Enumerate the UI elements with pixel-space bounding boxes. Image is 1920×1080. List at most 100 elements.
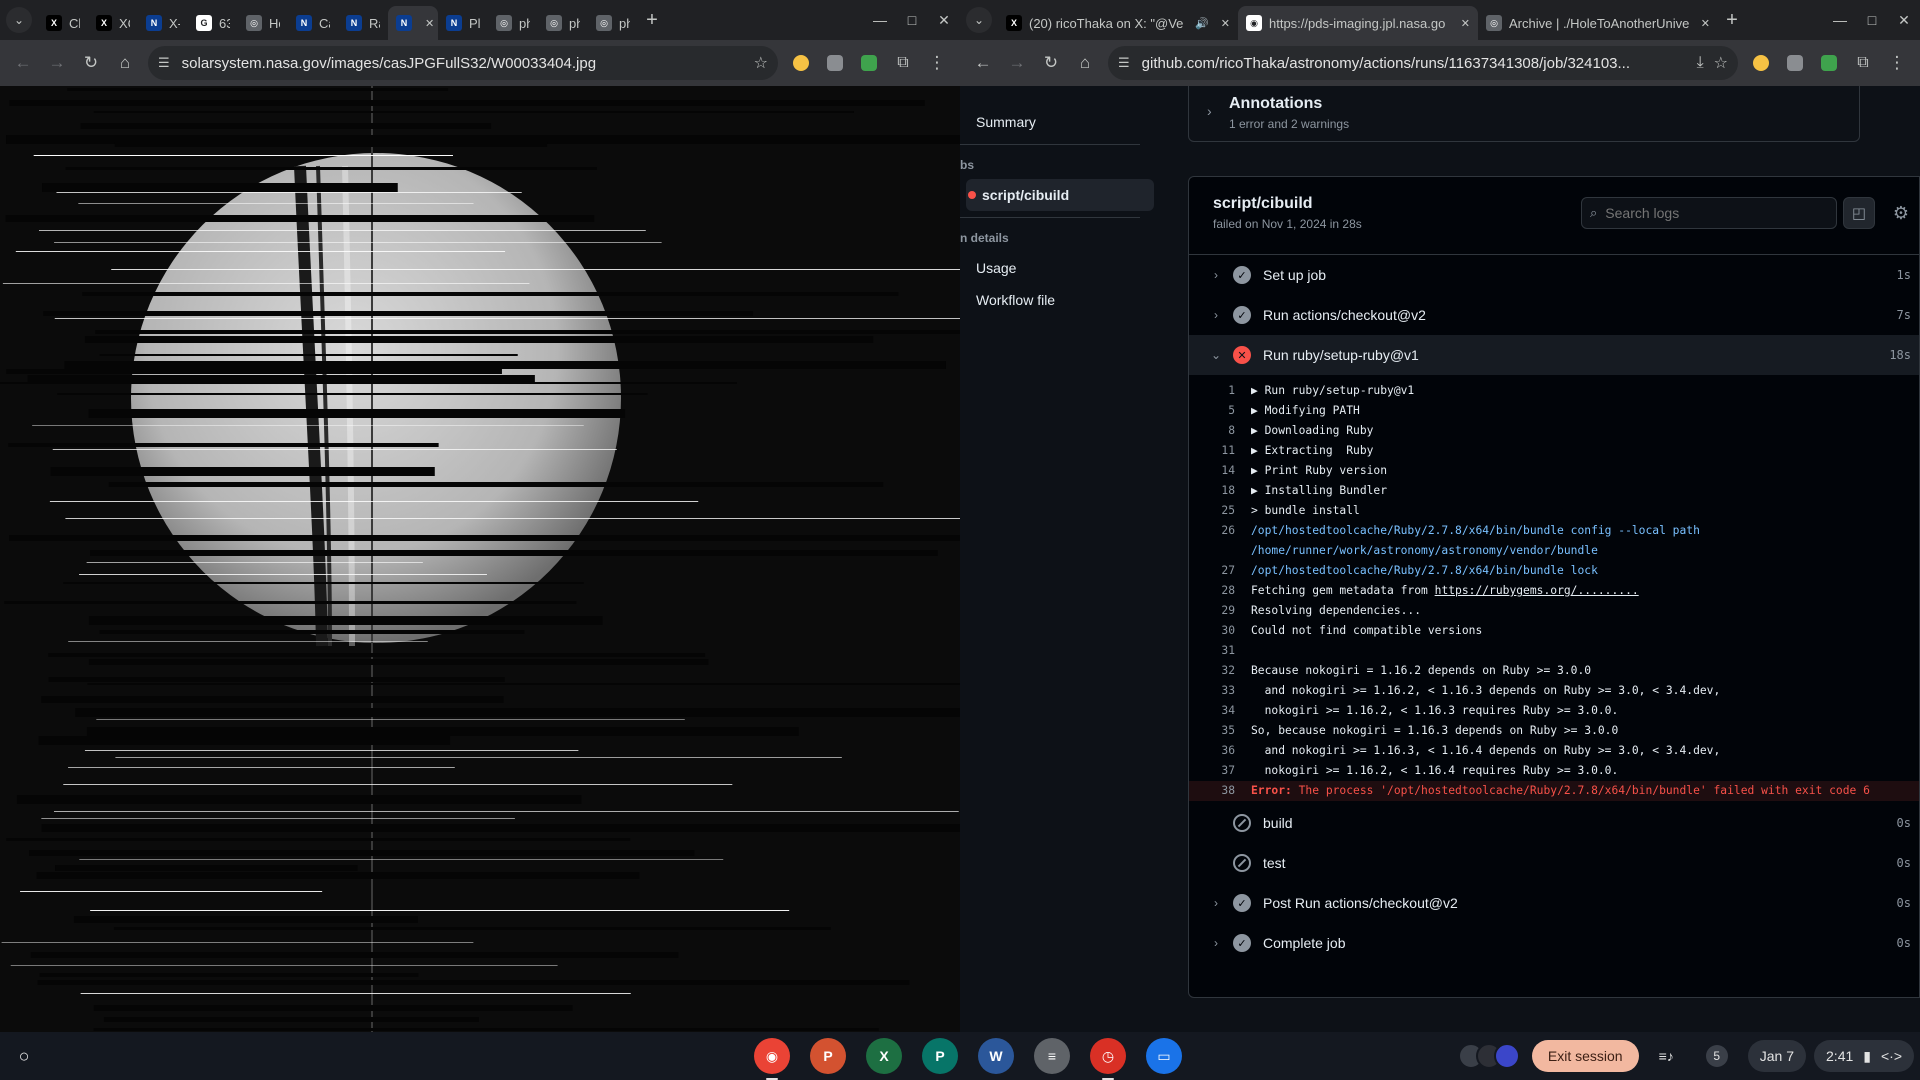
notification-badge[interactable]: 5 xyxy=(1694,1040,1740,1072)
annotations-panel[interactable]: › Annotations 1 error and 2 warnings xyxy=(1188,86,1860,142)
tab-left-10[interactable]: ◎ ph xyxy=(538,6,588,40)
status-area[interactable]: 2:41 ▮ <·> xyxy=(1814,1040,1914,1072)
timer-app[interactable]: ◷ xyxy=(1090,1038,1126,1080)
tab-left-11[interactable]: ◎ ph xyxy=(588,6,638,40)
avatar[interactable] xyxy=(1457,1043,1520,1069)
close-icon[interactable]: ✕ xyxy=(928,12,960,29)
search-logs-input[interactable] xyxy=(1605,205,1828,221)
excel-app[interactable]: X xyxy=(866,1038,902,1074)
address-url[interactable]: solarsystem.nasa.gov/images/casJPGFullS3… xyxy=(182,55,744,72)
chevron-down-icon[interactable]: ⌄ xyxy=(1199,348,1233,362)
close-tab-icon[interactable]: ✕ xyxy=(1695,17,1710,30)
forward-icon[interactable]: → xyxy=(1000,46,1034,80)
line-number[interactable]: 5 xyxy=(1189,401,1251,421)
search-logs-field[interactable]: ⌕ xyxy=(1581,197,1837,229)
tab-left-5[interactable]: N Ca xyxy=(288,6,338,40)
chrome-app[interactable]: ◉ xyxy=(754,1038,790,1080)
job-step[interactable]: › ✓ Set up job 1s xyxy=(1189,255,1919,295)
job-step[interactable]: › ✓ Run actions/checkout@v2 7s xyxy=(1189,295,1919,335)
line-number[interactable]: 36 xyxy=(1189,741,1251,761)
menu-kebab-icon[interactable]: ⋮ xyxy=(1880,46,1914,80)
docs-app[interactable]: ≡ xyxy=(1034,1038,1070,1074)
sidebar-item-usage[interactable]: Usage xyxy=(966,252,1154,284)
line-number[interactable]: 27 xyxy=(1189,561,1251,581)
home-icon[interactable]: ⌂ xyxy=(108,46,142,80)
address-bar[interactable]: ☰ github.com/ricoThaka/astronomy/actions… xyxy=(1108,46,1738,80)
chevron-right-icon[interactable]: › xyxy=(1199,308,1233,322)
line-number[interactable]: 33 xyxy=(1189,681,1251,701)
extension-icon[interactable] xyxy=(1816,50,1842,76)
sidebar-item-job[interactable]: script/cibuild xyxy=(966,179,1154,211)
exit-session-button[interactable]: Exit session xyxy=(1531,1040,1639,1072)
line-number[interactable]: 34 xyxy=(1189,701,1251,721)
maximize-icon[interactable]: □ xyxy=(896,12,928,29)
line-number[interactable]: 30 xyxy=(1189,621,1251,641)
tab-left-6[interactable]: N Ra xyxy=(338,6,388,40)
new-tab-button[interactable]: + xyxy=(638,6,666,34)
tab-left-2[interactable]: N X-S xyxy=(138,6,188,40)
line-number[interactable]: 31 xyxy=(1189,641,1251,661)
chevron-right-icon[interactable]: › xyxy=(1199,896,1233,910)
line-number[interactable] xyxy=(1189,541,1251,561)
line-number[interactable]: 35 xyxy=(1189,721,1251,741)
extension-icon[interactable] xyxy=(856,50,882,76)
sidebar-item-summary[interactable]: Summary xyxy=(966,106,1154,138)
word-app[interactable]: W xyxy=(978,1038,1014,1074)
line-number[interactable]: 37 xyxy=(1189,761,1251,781)
reload-icon[interactable]: ↻ xyxy=(74,46,108,80)
sidebar-item-workflow-file[interactable]: Workflow file xyxy=(966,284,1154,316)
minimize-icon[interactable]: — xyxy=(864,12,896,29)
files-app[interactable]: ▭ xyxy=(1146,1038,1182,1074)
tab-left-1[interactable]: X XC xyxy=(88,6,138,40)
tab-right-0[interactable]: X (20) ricoThaka on X: "@Ve 🔊 ✕ xyxy=(998,6,1238,40)
gear-icon[interactable]: ⚙ xyxy=(1885,197,1917,229)
back-icon[interactable]: ← xyxy=(6,46,40,80)
tab-search-button[interactable]: ⌄ xyxy=(966,7,992,33)
log-link[interactable]: https://rubygems.org/......... xyxy=(1435,584,1639,597)
bookmark-star-icon[interactable]: ☆ xyxy=(754,53,768,73)
job-step[interactable]: › ✓ Post Run actions/checkout@v2 0s xyxy=(1189,883,1919,923)
forward-icon[interactable]: → xyxy=(40,46,74,80)
line-number[interactable]: 11 xyxy=(1189,441,1251,461)
address-bar[interactable]: ☰ solarsystem.nasa.gov/images/casJPGFull… xyxy=(148,46,778,80)
job-step[interactable]: test 0s xyxy=(1189,843,1919,883)
chevron-right-icon[interactable]: › xyxy=(1199,268,1233,282)
install-app-icon[interactable]: ⤓ xyxy=(1697,54,1704,72)
puzzle-icon[interactable]: ⧉ xyxy=(1850,50,1876,76)
extension-icon[interactable] xyxy=(1748,50,1774,76)
new-tab-button[interactable]: + xyxy=(1718,6,1746,34)
chevron-right-icon[interactable]: › xyxy=(1199,936,1233,950)
line-number[interactable]: 14 xyxy=(1189,461,1251,481)
line-number[interactable]: 18 xyxy=(1189,481,1251,501)
menu-kebab-icon[interactable]: ⋮ xyxy=(920,46,954,80)
tab-left-4[interactable]: ◎ Ho xyxy=(238,6,288,40)
site-info-icon[interactable]: ☰ xyxy=(158,55,170,71)
job-step[interactable]: › ✓ Complete job 0s xyxy=(1189,923,1919,963)
close-tab-icon[interactable]: ✕ xyxy=(1215,17,1230,30)
tab-left-7[interactable]: N ✕ xyxy=(388,6,438,40)
back-icon[interactable]: ← xyxy=(966,46,1000,80)
job-step[interactable]: ⌄ ✕ Run ruby/setup-ruby@v1 18s xyxy=(1189,335,1919,375)
tab-right-2[interactable]: ◎ Archive | ./HoleToAnotherUnive ✕ xyxy=(1478,6,1718,40)
line-number[interactable]: 29 xyxy=(1189,601,1251,621)
tab-left-8[interactable]: N Pl/ xyxy=(438,6,488,40)
tab-right-1[interactable]: ◉ https://pds-imaging.jpl.nasa.go ✕ xyxy=(1238,6,1478,40)
minimize-icon[interactable]: — xyxy=(1824,12,1856,29)
tab-search-button[interactable]: ⌄ xyxy=(6,7,32,33)
tab-left-3[interactable]: G 63 xyxy=(188,6,238,40)
extension-icon[interactable] xyxy=(822,50,848,76)
puzzle-icon[interactable]: ⧉ xyxy=(890,50,916,76)
close-icon[interactable]: ✕ xyxy=(1888,12,1920,29)
publisher-app[interactable]: P xyxy=(922,1038,958,1074)
line-number[interactable]: 38 xyxy=(1189,781,1251,801)
tab-left-0[interactable]: X Ch xyxy=(38,6,88,40)
maximize-icon[interactable]: □ xyxy=(1856,12,1888,29)
line-number[interactable]: 8 xyxy=(1189,421,1251,441)
address-url[interactable]: github.com/ricoThaka/astronomy/actions/r… xyxy=(1142,55,1687,72)
extension-icon[interactable] xyxy=(1782,50,1808,76)
bookmark-star-icon[interactable]: ☆ xyxy=(1714,53,1728,73)
notes-icon[interactable]: ≡♪ xyxy=(1647,1040,1686,1072)
close-tab-icon[interactable]: ✕ xyxy=(1455,17,1470,30)
line-number[interactable]: 1 xyxy=(1189,381,1251,401)
line-number[interactable]: 26 xyxy=(1189,521,1251,541)
